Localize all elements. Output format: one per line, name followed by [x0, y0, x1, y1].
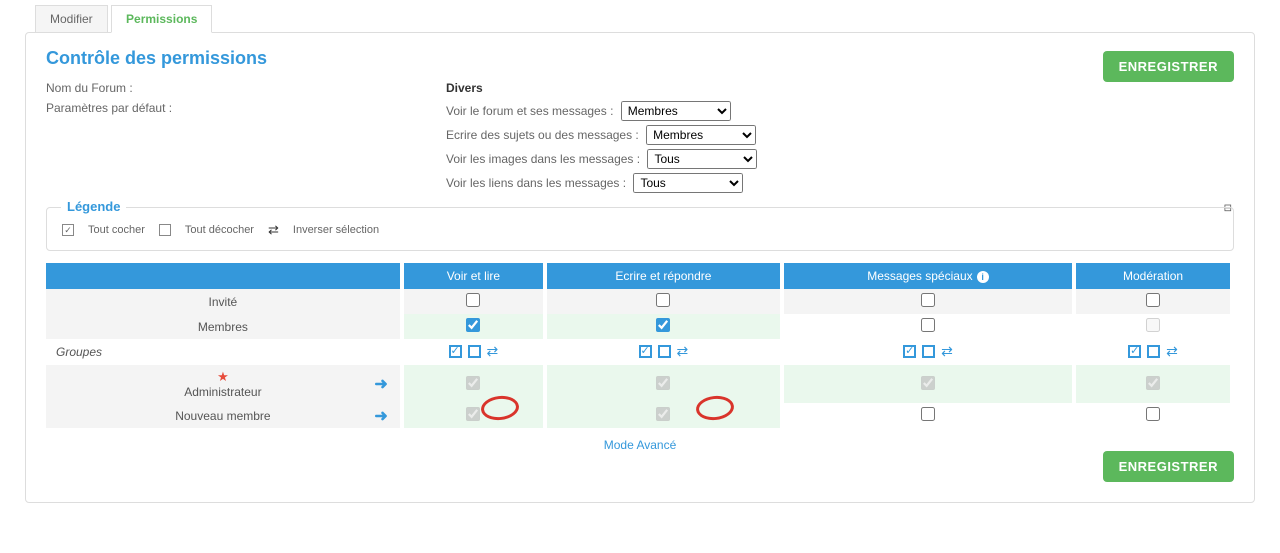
groupes-mod-tools[interactable]: ⇄ [1128, 343, 1178, 360]
nouveau-special-checkbox[interactable] [921, 407, 935, 421]
check-all-icon[interactable] [903, 345, 916, 358]
admin-special-checkbox [921, 376, 935, 390]
col-voir: Voir et lire [402, 263, 545, 289]
row-membres-label: Membres [46, 314, 402, 339]
save-button-bottom[interactable]: ENREGISTRER [1103, 451, 1234, 482]
check-all-icon[interactable]: ✓ [62, 224, 74, 236]
membres-voir-checkbox[interactable] [466, 318, 480, 332]
row-nouveau-label: Nouveau membre ➜ [46, 403, 402, 428]
membres-special-checkbox[interactable] [921, 318, 935, 332]
invert-icon[interactable]: ⇄ [677, 343, 689, 360]
check-all-icon[interactable] [449, 345, 462, 358]
save-button-top[interactable]: ENREGISTRER [1103, 51, 1234, 82]
invite-special-checkbox[interactable] [921, 293, 935, 307]
nouveau-ecrire-checkbox [656, 407, 670, 421]
membres-ecrire-checkbox[interactable] [656, 318, 670, 332]
info-icon[interactable]: i [977, 271, 989, 283]
col-ecrire: Ecrire et répondre [545, 263, 782, 289]
row-invite-label: Invité [46, 289, 402, 314]
arrow-right-icon[interactable]: ➜ [374, 406, 387, 426]
groupes-special-tools[interactable]: ⇄ [903, 343, 953, 360]
invite-mod-checkbox[interactable] [1146, 293, 1160, 307]
setting-label-1: Ecrire des sujets ou des messages : [446, 128, 639, 142]
arrow-right-icon[interactable]: ➜ [374, 374, 387, 394]
row-admin-label: ★ Administrateur ➜ [46, 365, 402, 403]
setting-select-1[interactable]: Membres [646, 125, 756, 145]
invite-voir-checkbox[interactable] [466, 293, 480, 307]
setting-label-2: Voir les images dans les messages : [446, 152, 640, 166]
admin-voir-checkbox [466, 376, 480, 390]
setting-select-2[interactable]: Tous [647, 149, 757, 169]
setting-label-3: Voir les liens dans les messages : [446, 176, 626, 190]
nouveau-voir-checkbox [466, 407, 480, 421]
invert-icon[interactable]: ⇄ [941, 343, 953, 360]
invert-icon[interactable]: ⇄ [268, 222, 279, 238]
uncheck-all-icon[interactable] [922, 345, 935, 358]
uncheck-all-icon[interactable] [159, 224, 171, 236]
legend-box: Légende ✓ Tout cocher Tout décocher ⇄ In… [46, 207, 1234, 251]
check-all-icon[interactable] [639, 345, 652, 358]
col-role [46, 263, 402, 289]
legend-title: Légende [61, 199, 126, 214]
forum-name-value: Divers [446, 81, 483, 95]
tab-permissions[interactable]: Permissions [111, 5, 212, 33]
permissions-panel: Contrôle des permissions ENREGISTRER Nom… [25, 32, 1255, 503]
membres-mod-checkbox [1146, 318, 1160, 332]
panel-title: Contrôle des permissions [46, 48, 1234, 69]
col-special: Messages spéciauxi [782, 263, 1074, 289]
permissions-table: Voir et lire Ecrire et répondre Messages… [46, 263, 1234, 428]
invert-icon[interactable]: ⇄ [487, 343, 499, 360]
setting-select-3[interactable]: Tous [633, 173, 743, 193]
check-all-label: Tout cocher [88, 224, 145, 236]
nouveau-mod-checkbox[interactable] [1146, 407, 1160, 421]
admin-ecrire-checkbox [656, 376, 670, 390]
invert-label: Inverser sélection [293, 224, 379, 236]
invite-ecrire-checkbox[interactable] [656, 293, 670, 307]
uncheck-all-icon[interactable] [658, 345, 671, 358]
admin-mod-checkbox [1146, 376, 1160, 390]
check-all-icon[interactable] [1128, 345, 1141, 358]
invert-icon[interactable]: ⇄ [1166, 343, 1178, 360]
star-icon: ★ [217, 369, 229, 384]
uncheck-all-icon[interactable] [1147, 345, 1160, 358]
tab-modifier[interactable]: Modifier [35, 5, 108, 32]
defaults-label: Paramètres par défaut : [46, 101, 446, 115]
uncheck-all-label: Tout décocher [185, 224, 254, 236]
setting-label-0: Voir le forum et ses messages : [446, 104, 613, 118]
col-mod: Modération [1074, 263, 1232, 289]
mode-advanced-link[interactable]: Mode Avancé [46, 438, 1234, 452]
uncheck-all-icon[interactable] [468, 345, 481, 358]
row-groupes-label: Groupes [46, 339, 402, 365]
groupes-ecrire-tools[interactable]: ⇄ [639, 343, 689, 360]
setting-select-0[interactable]: Membres [621, 101, 731, 121]
forum-name-label: Nom du Forum : [46, 81, 446, 95]
groupes-voir-tools[interactable]: ⇄ [449, 343, 499, 360]
